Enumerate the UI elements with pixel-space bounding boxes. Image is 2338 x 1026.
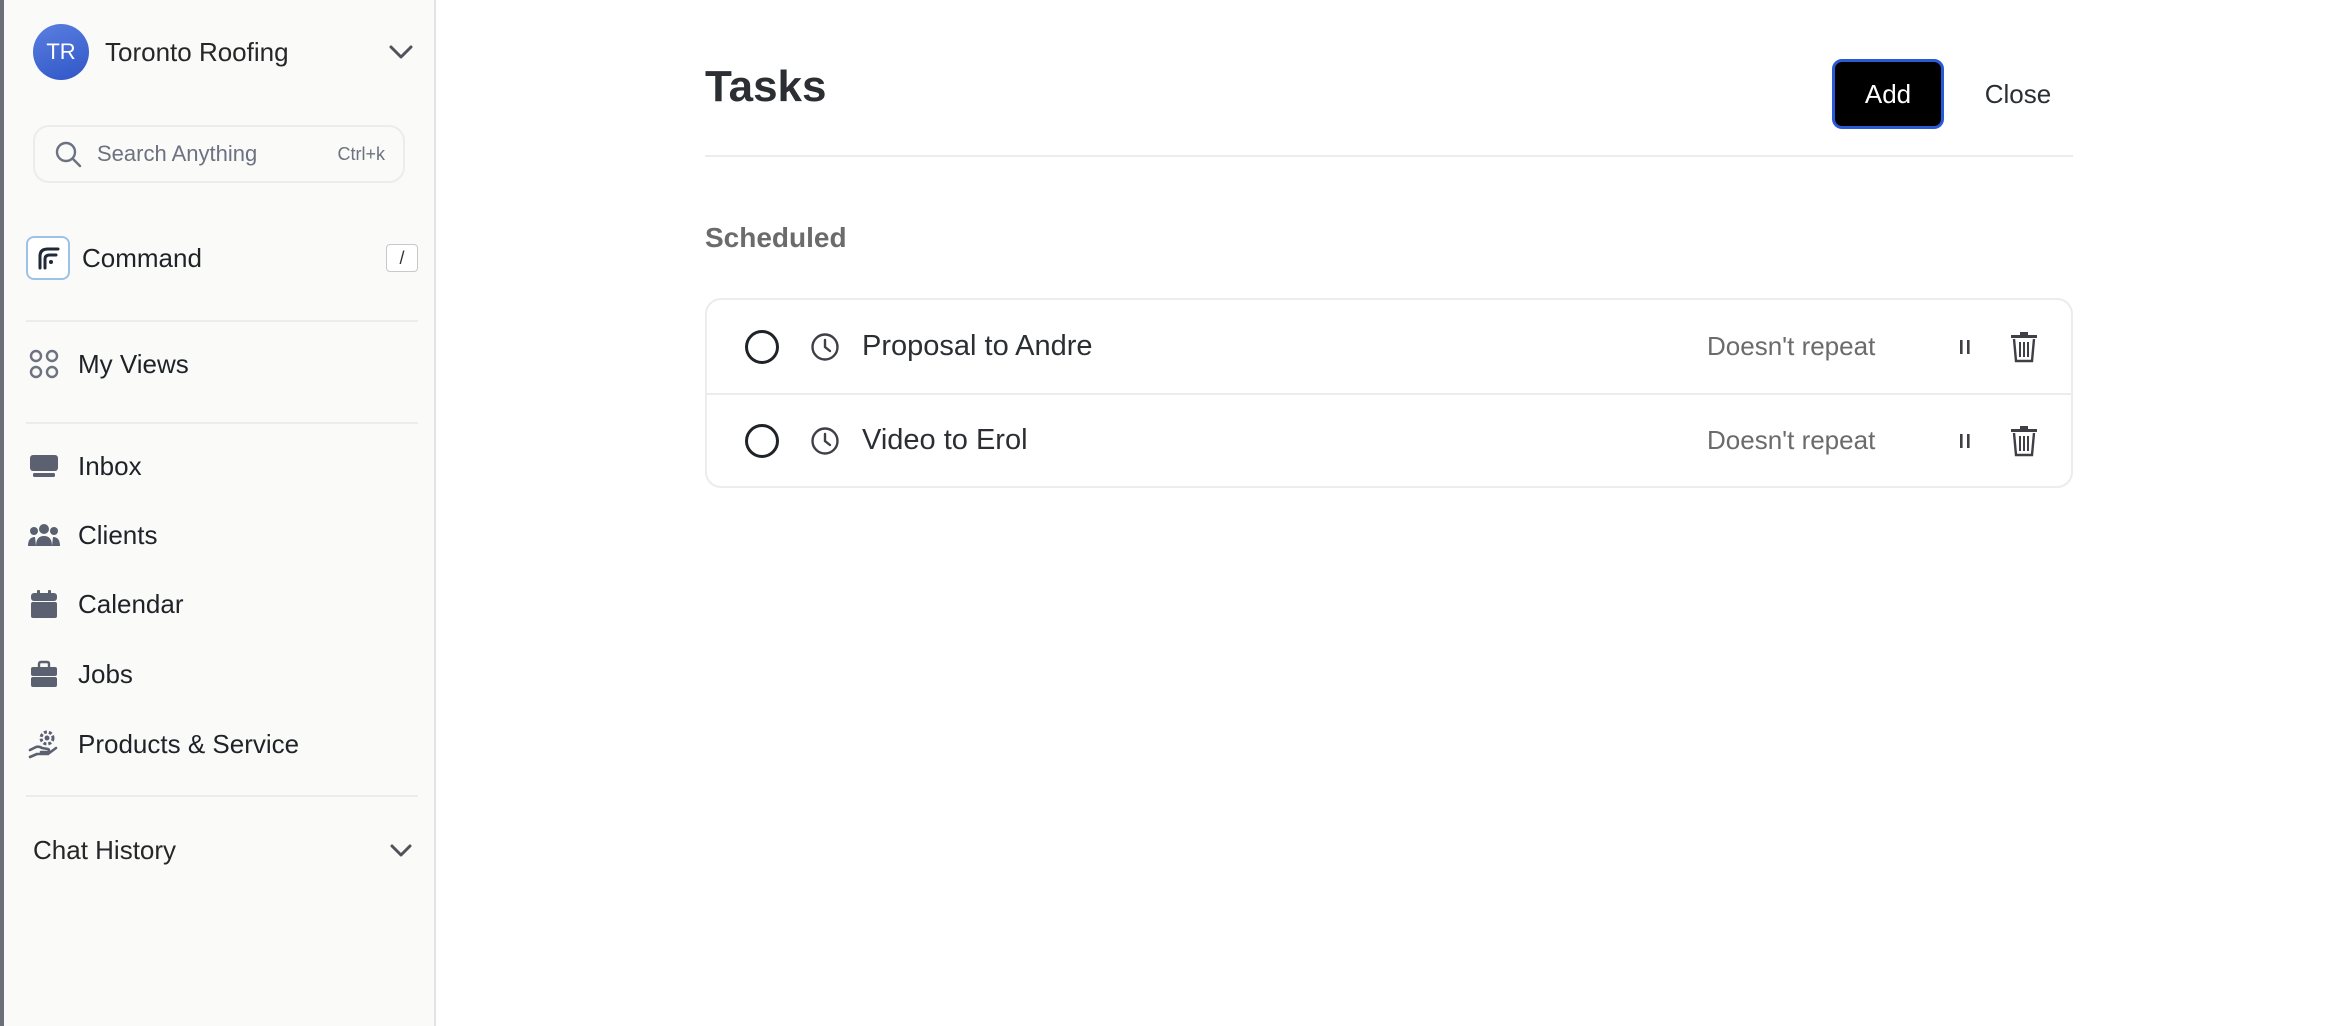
- sidebar-item-calendar[interactable]: Calendar: [26, 582, 418, 626]
- org-avatar: TR: [33, 24, 89, 80]
- pause-icon[interactable]: [1952, 332, 1978, 362]
- org-switcher[interactable]: TR Toronto Roofing: [33, 24, 415, 80]
- sidebar-item-label: Inbox: [78, 450, 142, 481]
- command-label: Command: [82, 242, 202, 273]
- divider: [26, 422, 418, 424]
- add-button[interactable]: Add: [1832, 59, 1944, 129]
- page-title: Tasks: [705, 62, 827, 111]
- sidebar-item-label: Clients: [78, 519, 158, 550]
- sidebar-item-inbox[interactable]: Inbox: [26, 444, 418, 488]
- sidebar-item-my-views[interactable]: My Views: [26, 342, 418, 386]
- clock-icon: [809, 331, 841, 363]
- users-icon: [26, 517, 62, 553]
- task-row[interactable]: Proposal to Andre Doesn't repeat: [707, 300, 2071, 393]
- divider: [26, 795, 418, 797]
- inbox-icon: [26, 448, 62, 484]
- trash-icon[interactable]: [2007, 329, 2041, 365]
- sidebar-item-label: Calendar: [78, 588, 184, 619]
- sidebar: TR Toronto Roofing Search Anything Ctrl+…: [4, 0, 436, 1026]
- search-shortcut: Ctrl+k: [337, 143, 385, 164]
- org-name: Toronto Roofing: [105, 36, 289, 67]
- grid-icon: [26, 346, 62, 382]
- search-placeholder: Search Anything: [97, 141, 258, 166]
- trash-icon[interactable]: [2007, 423, 2041, 459]
- sidebar-item-products-service[interactable]: Products & Service: [26, 722, 418, 766]
- task-list: Proposal to Andre Doesn't repeat Video t…: [705, 298, 2073, 488]
- complete-checkbox[interactable]: [745, 329, 779, 364]
- task-repeat: Doesn't repeat: [1707, 331, 1876, 361]
- sidebar-item-label: Products & Service: [78, 728, 300, 759]
- chevron-down-icon[interactable]: [387, 836, 415, 864]
- chat-history-label: Chat History: [33, 834, 177, 865]
- divider: [26, 320, 418, 322]
- briefcase-icon: [26, 656, 62, 692]
- complete-checkbox[interactable]: [745, 423, 779, 458]
- sidebar-item-label: Jobs: [78, 658, 133, 689]
- chat-history-toggle[interactable]: Chat History: [33, 830, 415, 870]
- task-name: Proposal to Andre: [862, 330, 1093, 362]
- command-item[interactable]: Command /: [26, 236, 418, 280]
- sidebar-item-label: My Views: [78, 348, 189, 379]
- section-title: Scheduled: [705, 222, 847, 253]
- task-row[interactable]: Video to Erol Doesn't repeat: [707, 393, 2071, 486]
- command-shortcut: /: [386, 244, 418, 272]
- search-box[interactable]: Search Anything Ctrl+k: [33, 125, 405, 183]
- task-repeat: Doesn't repeat: [1707, 425, 1876, 455]
- header-divider: [705, 155, 2073, 157]
- pause-icon[interactable]: [1952, 426, 1978, 456]
- sidebar-item-jobs[interactable]: Jobs: [26, 652, 418, 696]
- calendar-icon: [26, 586, 62, 622]
- search-icon: [53, 139, 83, 169]
- command-logo-icon: [26, 236, 70, 280]
- clock-icon: [809, 425, 841, 457]
- close-button[interactable]: Close: [1968, 64, 2068, 124]
- chevron-down-icon[interactable]: [387, 38, 415, 66]
- hand-gear-icon: [26, 726, 62, 762]
- sidebar-item-clients[interactable]: Clients: [26, 513, 418, 557]
- task-name: Video to Erol: [862, 424, 1028, 456]
